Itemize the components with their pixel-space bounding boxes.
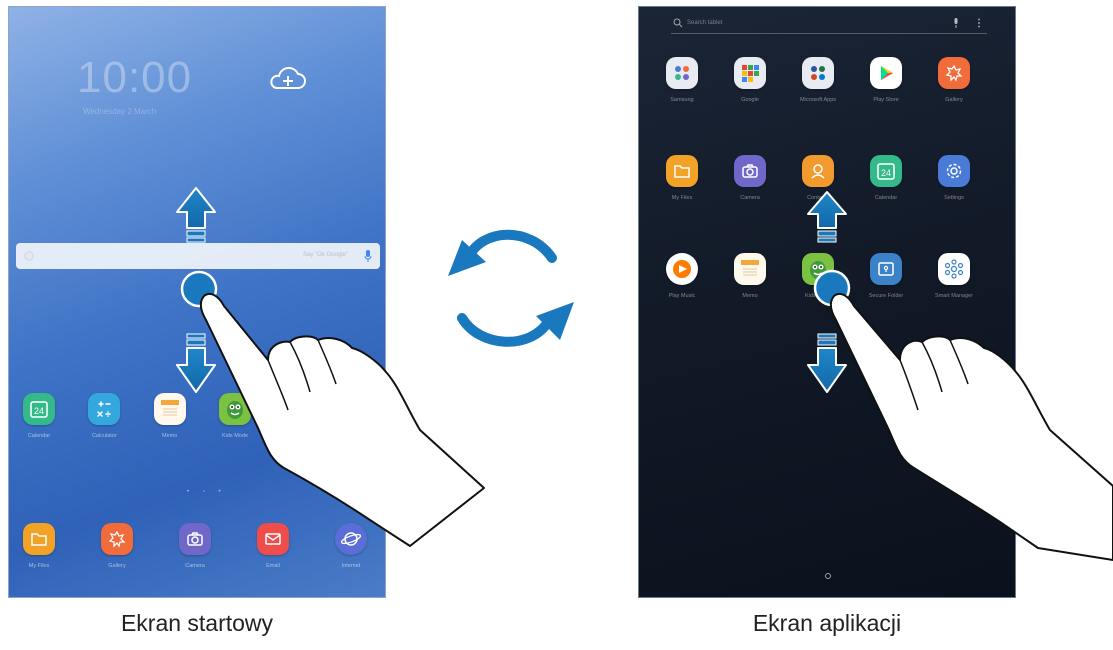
app-label: Camera: [185, 563, 205, 569]
app-kids-mode[interactable]: Kids Mode: [793, 253, 843, 299]
app-kids-mode[interactable]: Kids Mode: [210, 393, 260, 439]
memo-icon: [734, 253, 766, 285]
internet-icon: [335, 523, 367, 555]
app-gallery[interactable]: Gallery: [929, 57, 979, 103]
dock: My Files Gallery Camera Email Internet: [14, 523, 376, 569]
app-label: Play Store: [873, 97, 899, 103]
app-internet[interactable]: Internet: [326, 523, 376, 569]
app-label: Memo: [162, 433, 178, 439]
page-indicator: [825, 573, 831, 579]
app-label: Microsoft Apps: [799, 97, 837, 103]
folder-icon: [23, 523, 55, 555]
app-label: Play Music: [668, 293, 696, 299]
app-email[interactable]: Email: [248, 523, 298, 569]
app-label: My Files: [671, 195, 693, 201]
apps-screen: Search tablet Samsung Google Microsoft A…: [638, 6, 1016, 598]
camera-icon: [179, 523, 211, 555]
app-microsoft-folder[interactable]: Microsoft Apps: [793, 57, 843, 103]
app-memo[interactable]: Memo: [145, 393, 195, 439]
app-play-store[interactable]: Play Store: [861, 57, 911, 103]
app-label: Email: [266, 563, 280, 569]
clock-date: Wednesday 2 March: [83, 107, 157, 116]
google-search-bar[interactable]: Say "Ok Google": [16, 243, 380, 269]
app-camera[interactable]: Camera: [725, 155, 775, 201]
page-indicator: • ▫ •: [187, 489, 227, 495]
app-google-folder[interactable]: Google: [725, 57, 775, 103]
app-camera[interactable]: Camera: [170, 523, 220, 569]
calculator-icon: [88, 393, 121, 425]
microphone-icon[interactable]: [953, 18, 959, 28]
app-my-files[interactable]: My Files: [14, 523, 64, 569]
apps-grid: Samsung Google Microsoft Apps Play Store…: [657, 57, 997, 299]
app-gallery[interactable]: Gallery: [92, 523, 142, 569]
camera-icon: [734, 155, 766, 187]
samsung-folder-icon: [666, 57, 698, 89]
calendar-icon: 24: [870, 155, 902, 187]
app-contacts[interactable]: Contacts: [793, 155, 843, 201]
home-screen: 10:00 Wednesday 2 March Say "Ok Google" …: [8, 6, 386, 598]
gallery-icon: [101, 523, 133, 555]
smart-manager-icon: [938, 253, 970, 285]
switch-screens-icon: [448, 229, 574, 347]
kids-mode-icon: [802, 253, 834, 285]
svg-text:24: 24: [34, 406, 44, 416]
more-options-icon[interactable]: [977, 18, 981, 28]
kids-mode-icon: [218, 393, 251, 425]
app-label: Internet: [341, 563, 361, 569]
app-label: Samsung: [670, 97, 694, 103]
home-app-row: 24 Calendar Calculator Memo Kids Mode: [14, 393, 260, 439]
app-label: Settings: [944, 195, 964, 201]
microphone-icon[interactable]: [364, 249, 372, 263]
app-smart-manager[interactable]: Smart Manager: [929, 253, 979, 299]
gallery-icon: [938, 57, 970, 89]
caption-home-screen: Ekran startowy: [120, 610, 274, 636]
app-label: Camera: [740, 195, 760, 201]
clock-time: 10:00: [77, 53, 193, 102]
app-label: Kids Mode: [221, 433, 248, 439]
app-label: Calendar: [874, 195, 898, 201]
app-samsung-folder[interactable]: Samsung: [657, 57, 707, 103]
app-label: Calendar: [27, 433, 51, 439]
app-calendar[interactable]: 24 Calendar: [14, 393, 64, 439]
app-label: Memo: [742, 293, 758, 299]
search-hint: Say "Ok Google": [303, 252, 348, 258]
app-label: Kids Mode: [805, 293, 831, 299]
calendar-icon: 24: [23, 393, 55, 425]
app-memo[interactable]: Memo: [725, 253, 775, 299]
app-label: Calculator: [91, 433, 117, 439]
app-label: Smart Manager: [935, 293, 973, 299]
google-folder-icon: [734, 57, 766, 89]
search-icon: [673, 18, 683, 28]
cloud-add-icon[interactable]: [267, 65, 307, 93]
contacts-icon: [802, 155, 834, 187]
email-icon: [257, 523, 289, 555]
memo-icon: [153, 393, 186, 425]
secure-folder-icon: [870, 253, 902, 285]
google-g-icon: [24, 251, 34, 261]
app-label: Gallery: [108, 563, 126, 569]
app-label: Contacts: [807, 195, 829, 201]
app-label: My Files: [28, 563, 50, 569]
app-play-music[interactable]: Play Music: [657, 253, 707, 299]
app-my-files[interactable]: My Files: [657, 155, 707, 201]
folder-icon: [666, 155, 698, 187]
app-label: Secure Folder: [868, 293, 904, 299]
app-label: Google: [741, 97, 759, 103]
settings-icon: [938, 155, 970, 187]
app-settings[interactable]: Settings: [929, 155, 979, 201]
microsoft-folder-icon: [802, 57, 834, 89]
caption-apps-screen: Ekran aplikacji: [752, 610, 902, 636]
svg-text:24: 24: [881, 168, 891, 178]
app-label: Gallery: [945, 97, 963, 103]
apps-search-bar[interactable]: Search tablet: [671, 15, 987, 34]
app-calendar[interactable]: 24 Calendar: [861, 155, 911, 201]
app-secure-folder[interactable]: Secure Folder: [861, 253, 911, 299]
app-calculator[interactable]: Calculator: [79, 393, 129, 439]
play-music-icon: [666, 253, 698, 285]
search-hint: Search tablet: [687, 20, 723, 26]
play-store-icon: [870, 57, 902, 89]
